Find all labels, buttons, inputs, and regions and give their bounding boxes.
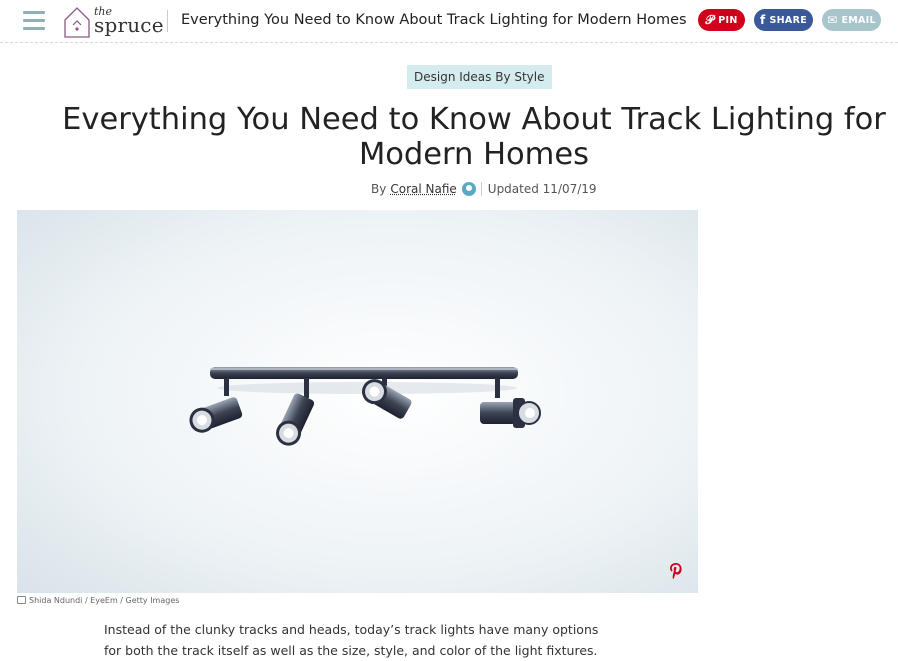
header-divider	[167, 10, 168, 32]
email-label: EMAIL	[841, 14, 876, 26]
facebook-icon: f	[760, 13, 766, 27]
image-credit-text: Shida Ndundi / EyeEm / Getty Images	[29, 596, 180, 605]
site-logo[interactable]: the spruce	[62, 3, 164, 39]
image-credit: Shida Ndundi / EyeEm / Getty Images	[17, 596, 179, 605]
camera-icon	[17, 596, 26, 604]
updated-date: Updated 11/07/19	[487, 182, 597, 196]
pinterest-icon: 𝒫	[705, 12, 715, 27]
category-tag[interactable]: Design Ideas By Style	[407, 65, 552, 89]
header-article-title: Everything You Need to Know About Track …	[181, 12, 687, 28]
top-nav-bar: the spruce Everything You Need to Know A…	[0, 0, 898, 43]
pin-button[interactable]: 𝒫 PIN	[698, 9, 745, 31]
share-label: SHARE	[769, 14, 807, 26]
page-title: Everything You Need to Know About Track …	[62, 102, 886, 172]
track-lighting-photo	[17, 210, 698, 593]
byline-separator	[480, 182, 482, 196]
article-intro: Instead of the clunky tracks and heads, …	[104, 622, 599, 658]
logo-text-spruce: spruce	[94, 13, 164, 37]
pin-label: PIN	[718, 14, 738, 26]
byline: By Coral Nafie Updated 11/07/19	[371, 182, 597, 196]
expert-badge-icon	[461, 182, 476, 196]
author-link[interactable]: Coral Nafie	[390, 182, 456, 196]
facebook-share-button[interactable]: f SHARE	[754, 9, 813, 31]
hamburger-menu-icon[interactable]	[23, 11, 45, 31]
pinterest-icon[interactable]	[668, 562, 684, 580]
hero-image[interactable]	[17, 210, 698, 593]
email-envelope-icon: ✉	[827, 13, 838, 27]
house-logo-icon	[64, 7, 90, 38]
byline-prefix: By	[371, 182, 387, 196]
email-button[interactable]: ✉ EMAIL	[822, 9, 881, 31]
